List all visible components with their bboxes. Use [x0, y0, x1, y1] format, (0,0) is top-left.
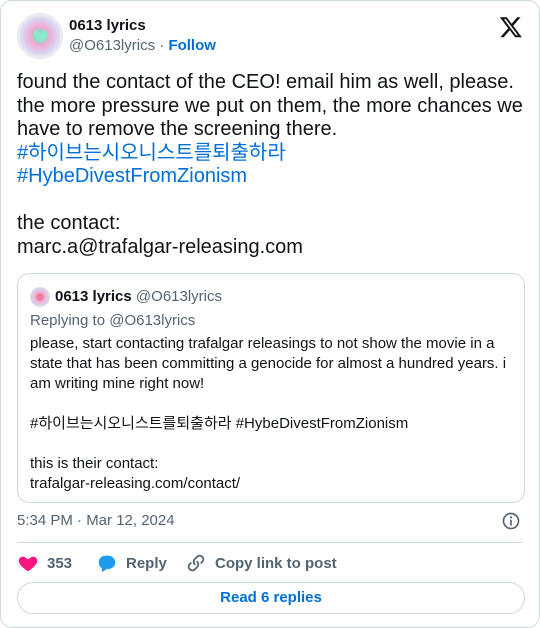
post-timestamp[interactable]: 5:34 PM · Mar 12, 2024: [17, 511, 175, 531]
contact-email: marc.a@trafalgar-releasing.com: [17, 235, 303, 258]
like-count: 353: [47, 554, 73, 572]
author-handle-line: @O613lyrics · Follow: [69, 36, 216, 56]
post-body: found the contact of the CEO! email him …: [17, 71, 527, 259]
author-display-name[interactable]: 0613 lyrics: [69, 16, 216, 35]
like-button[interactable]: 353: [17, 551, 72, 575]
embedded-post-card: 0613 lyrics @O613lyrics · Follow found t…: [0, 0, 540, 628]
author-info: 0613 lyrics @O613lyrics · Follow: [69, 16, 216, 56]
handle-separator: ·: [159, 37, 165, 54]
heart-icon: [18, 556, 38, 572]
link-icon: [187, 554, 205, 572]
read-replies-button[interactable]: Read 6 replies: [17, 582, 525, 614]
reply-bubble-icon: [98, 555, 116, 573]
contact-label: the contact:: [17, 212, 121, 234]
action-bar: 353 Reply Copy link to post: [17, 551, 523, 575]
quoted-author-avatar: [30, 287, 50, 307]
quoted-text: please, start contacting trafalgar relea…: [30, 335, 507, 492]
author-handle[interactable]: @O613lyrics: [69, 37, 155, 54]
hashtag-hybe-link[interactable]: #HybeDivestFromZionism: [17, 165, 247, 187]
avatar-heart-icon: [33, 30, 49, 43]
follow-button[interactable]: Follow: [168, 37, 216, 54]
post-header: 0613 lyrics @O613lyrics · Follow: [17, 13, 523, 61]
reply-label: Reply: [126, 554, 167, 572]
quoted-handle: @O613lyrics: [135, 288, 223, 305]
quoted-author-line: 0613 lyrics @O613lyrics: [55, 287, 222, 307]
post-text-line-2: the more pressure we put on them, the mo…: [17, 94, 523, 141]
quoted-display-name: 0613 lyrics: [55, 288, 132, 305]
post-text-line-1: found the contact of the CEO! email him …: [17, 71, 514, 93]
hashtag-korean-link[interactable]: #하이브는시오니스트를퇴출하라: [17, 142, 286, 164]
x-logo-icon[interactable]: [499, 15, 523, 39]
reply-button[interactable]: Reply: [96, 551, 167, 575]
info-icon[interactable]: [501, 511, 521, 531]
author-avatar[interactable]: [17, 13, 63, 59]
divider: [17, 542, 523, 543]
copy-link-label: Copy link to post: [215, 554, 337, 572]
copy-link-button[interactable]: Copy link to post: [185, 551, 337, 575]
quoted-post[interactable]: 0613 lyrics @O613lyrics Replying to @O61…: [17, 273, 525, 503]
quoted-replying-to: Replying to @O613lyrics: [30, 312, 196, 329]
